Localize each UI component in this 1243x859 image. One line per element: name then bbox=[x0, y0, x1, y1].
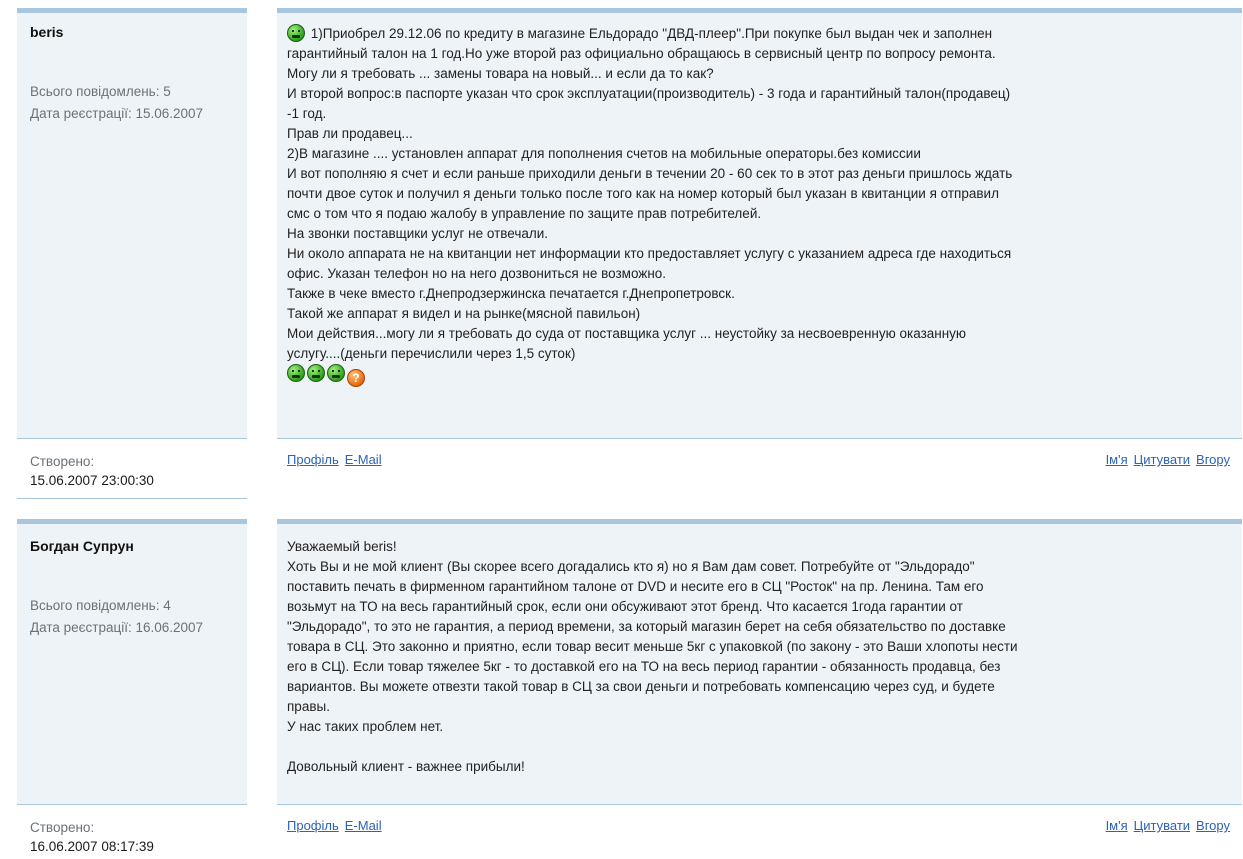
message-line: товара в СЦ. Это законно и приятно, если… bbox=[287, 639, 1018, 654]
message-count: Всього повідомлень: 4 bbox=[30, 598, 171, 613]
message-body: 1)Приобрел 29.12.06 по кредиту в магазин… bbox=[287, 24, 1230, 387]
message-line: возьмут на ТО на весь гарантийный срок, … bbox=[287, 599, 963, 614]
post-links-left: Профіль E-Mail bbox=[287, 818, 388, 833]
message-line: смс о том что я подаю жалобу в управлени… bbox=[287, 206, 762, 221]
author-name: Богдан Супрун bbox=[30, 538, 134, 554]
footer-divider-right bbox=[277, 804, 1242, 805]
message-line: Ни около аппарата не на квитанции нет ин… bbox=[287, 246, 1012, 261]
profile-link[interactable]: Профіль bbox=[287, 818, 339, 833]
registration-date: Дата реєстрації: 16.06.2007 bbox=[30, 620, 204, 635]
message-line bbox=[287, 737, 1230, 757]
message-line: У нас таких проблем нет. bbox=[287, 719, 444, 734]
question-icon: ? bbox=[347, 369, 365, 387]
message-count: Всього повідомлень: 5 bbox=[30, 84, 171, 99]
name-link[interactable]: Ім'я bbox=[1106, 452, 1128, 467]
angry-smiley-icon bbox=[287, 364, 305, 382]
message-line: "Эльдорадо", то это не гарантия, а перио… bbox=[287, 619, 1006, 634]
emoticon-row: ? bbox=[287, 364, 1230, 387]
message-body: Уважаемый beris! Хоть Вы и не мой клиент… bbox=[287, 537, 1230, 777]
name-link[interactable]: Ім'я bbox=[1106, 818, 1128, 833]
message-line: почти двое суток и получил я деньги толь… bbox=[287, 186, 999, 201]
message-line: гарантийный талон на 1 год.Но уже второй… bbox=[287, 46, 996, 61]
author-meta: Всього повідомлень: 5 Дата реєстрації: 1… bbox=[30, 81, 203, 125]
message-line: И второй вопрос:в паспорте указан что ср… bbox=[287, 86, 1011, 101]
created-timestamp: 16.06.2007 08:17:39 bbox=[30, 839, 154, 854]
message-line: Также в чеке вместо г.Днепродзержинска п… bbox=[287, 286, 735, 301]
author-panel: Богдан Супрун Всього повідомлень: 4 Дата… bbox=[17, 519, 247, 804]
message-line: офис. Указан телефон но на него дозвонит… bbox=[287, 266, 667, 281]
quote-link[interactable]: Цитувати bbox=[1134, 818, 1190, 833]
footer-divider-left bbox=[17, 804, 247, 805]
post-accent-bar bbox=[17, 8, 247, 13]
message-line: Хоть Вы и не мой клиент (Вы скорее всего… bbox=[287, 559, 975, 574]
footer-divider-left bbox=[17, 438, 247, 439]
message-panel: 1)Приобрел 29.12.06 по кредиту в магазин… bbox=[277, 8, 1242, 438]
angry-smiley-icon bbox=[307, 364, 325, 382]
message-line: Довольный клиент - важнее прибыли! bbox=[287, 759, 525, 774]
author-name: beris bbox=[30, 24, 64, 40]
message-line: 2)В магазине .... установлен аппарат для… bbox=[287, 146, 921, 161]
quote-link[interactable]: Цитувати bbox=[1134, 452, 1190, 467]
message-line: На звонки поставщики услуг не отвечали. bbox=[287, 226, 549, 241]
message-line: Такой же аппарат я видел и на рынке(мясн… bbox=[287, 306, 641, 321]
post-accent-bar bbox=[17, 519, 247, 524]
created-label: Створено: bbox=[30, 454, 95, 469]
message-line: 1)Приобрел 29.12.06 по кредиту в магазин… bbox=[287, 24, 1230, 44]
created-timestamp: 15.06.2007 23:00:30 bbox=[30, 473, 154, 488]
message-line: Уважаемый beris! bbox=[287, 539, 397, 554]
email-link[interactable]: E-Mail bbox=[345, 452, 382, 467]
message-line: вариантов. Вы можете отвезти такой товар… bbox=[287, 679, 995, 694]
post-links-left: Профіль E-Mail bbox=[287, 452, 388, 467]
author-meta: Всього повідомлень: 4 Дата реєстрації: 1… bbox=[30, 595, 203, 639]
message-line: его в СЦ). Если товар тяжелее 5кг - то д… bbox=[287, 659, 1001, 674]
author-panel: beris Всього повідомлень: 5 Дата реєстра… bbox=[17, 8, 247, 438]
post-links-right: Ім'я Цитувати Вгору bbox=[1106, 818, 1230, 833]
message-line: поставить печать в фирменном гарантийном… bbox=[287, 579, 984, 594]
message-line: услугу....(деньги перечислили через 1,5 … bbox=[287, 346, 576, 361]
top-link[interactable]: Вгору bbox=[1196, 818, 1230, 833]
message-line: Мои действия...могу ли я требовать до су… bbox=[287, 326, 967, 341]
footer-divider-right bbox=[277, 438, 1242, 439]
angry-smiley-icon bbox=[327, 364, 345, 382]
created-info: Створено: 16.06.2007 08:17:39 bbox=[30, 818, 154, 856]
message-line: И вот пополняю я счет и если раньше прих… bbox=[287, 166, 1013, 181]
created-label: Створено: bbox=[30, 820, 95, 835]
post-accent-bar bbox=[277, 519, 1242, 524]
post-accent-bar bbox=[277, 8, 1242, 13]
post-end-divider bbox=[17, 498, 247, 499]
message-line: Могу ли я требовать ... замены товара на… bbox=[287, 66, 714, 81]
angry-smiley-icon bbox=[287, 24, 305, 42]
message-line: Прав ли продавец... bbox=[287, 126, 413, 141]
message-panel: Уважаемый beris! Хоть Вы и не мой клиент… bbox=[277, 519, 1242, 804]
message-line: правы. bbox=[287, 699, 330, 714]
top-link[interactable]: Вгору bbox=[1196, 452, 1230, 467]
message-line: -1 год. bbox=[287, 106, 327, 121]
profile-link[interactable]: Профіль bbox=[287, 452, 339, 467]
created-info: Створено: 15.06.2007 23:00:30 bbox=[30, 452, 154, 490]
email-link[interactable]: E-Mail bbox=[345, 818, 382, 833]
post-links-right: Ім'я Цитувати Вгору bbox=[1106, 452, 1230, 467]
registration-date: Дата реєстрації: 15.06.2007 bbox=[30, 106, 204, 121]
